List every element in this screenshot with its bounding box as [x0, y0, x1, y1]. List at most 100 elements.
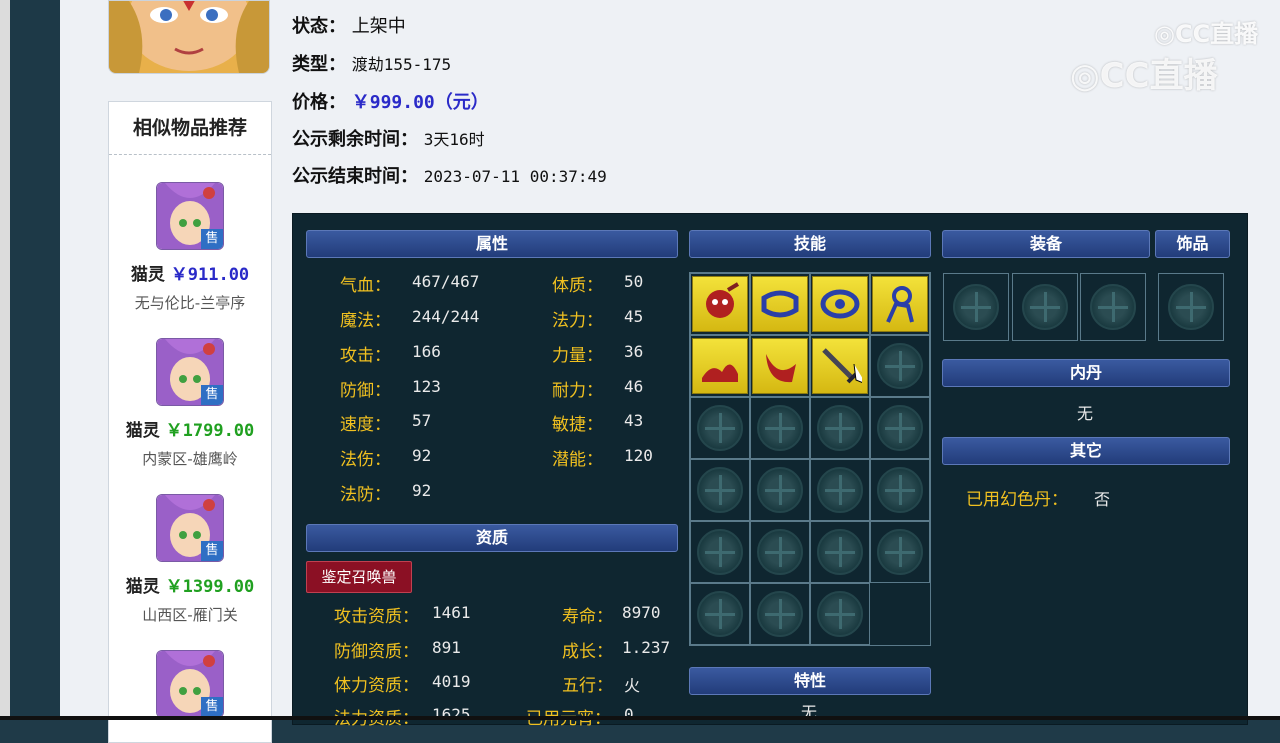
eye-skill-icon[interactable] [812, 276, 868, 332]
sale-badge: 售 [201, 385, 223, 405]
beast-skill-icon[interactable] [692, 338, 748, 394]
growth-value: 1.237 [622, 638, 671, 657]
agility-value: 43 [624, 411, 644, 430]
attributes-header: 属性 [306, 230, 678, 258]
similar-item-server: 山西区-雁门关 [142, 606, 238, 624]
attack-aptitude-value: 1461 [432, 603, 471, 622]
page-left-gutter [10, 0, 60, 720]
skill-slot-empty [810, 459, 870, 521]
speed-value: 57 [412, 411, 432, 430]
magic-power-value: 45 [624, 307, 644, 326]
status-row: 状态： 上架中 [292, 12, 406, 38]
empty-slot-icon [817, 529, 863, 575]
defense-aptitude-label: 防御资质： [334, 642, 419, 662]
speed-label: 速度： [340, 415, 391, 435]
skill-slot[interactable] [750, 335, 810, 397]
sidebar-title: 相似物品推荐 [109, 102, 271, 155]
skill-slot-empty [750, 583, 810, 645]
pet-avatar [108, 0, 270, 74]
price-row: 价格： ￥999.00（元） [292, 88, 489, 114]
price-label: 价格： [292, 92, 346, 113]
lantern-used-value: 0 [624, 705, 634, 724]
sword-skill-icon[interactable] [812, 338, 868, 394]
skill-slot-empty [870, 335, 930, 397]
similar-item-name: 猫灵 [125, 577, 160, 597]
skill-slot-empty [690, 521, 750, 583]
sale-badge: 售 [201, 229, 223, 249]
lifespan-label: 寿命： [562, 607, 613, 627]
sale-badge: 售 [201, 697, 223, 717]
type-row: 类型： 渡劫155-175 [292, 50, 451, 76]
similar-item-name: 猫灵 [130, 265, 165, 285]
similar-item-thumbnail[interactable]: 售 [156, 650, 224, 718]
skill-slot[interactable] [690, 335, 750, 397]
empty-slot-icon [817, 591, 863, 637]
skill-slot[interactable] [750, 273, 810, 335]
growth-label: 成长： [562, 642, 613, 662]
similar-item-thumbnail[interactable]: 售 [156, 338, 224, 406]
skill-slot[interactable] [810, 335, 870, 397]
skill-slot-empty [690, 583, 750, 645]
constitution-label: 体质： [552, 276, 603, 296]
attack-value: 166 [412, 342, 441, 361]
skill-slot-empty [810, 397, 870, 459]
status-value: 上架中 [351, 16, 406, 37]
dye-used-label: 已用幻色丹： [966, 490, 1068, 510]
empty-slot-icon [1022, 284, 1068, 330]
skill-slot-empty [750, 459, 810, 521]
mana-aptitude-value: 1625 [432, 705, 471, 724]
defense-label: 防御： [340, 381, 391, 401]
empty-slot-icon [877, 529, 923, 575]
hp-value: 467/467 [412, 272, 480, 291]
empty-slot-icon [1090, 284, 1136, 330]
magic-power-label: 法力： [552, 311, 603, 331]
defense-aptitude-value: 891 [432, 638, 461, 657]
potential-value: 120 [624, 446, 653, 465]
cc-logo-icon: ◎ [1154, 20, 1175, 48]
empty-slot-icon [877, 467, 923, 513]
accessory-slot[interactable] [1158, 273, 1224, 341]
empty-slot-icon [1168, 284, 1214, 330]
empty-slot-icon [697, 467, 743, 513]
appraise-pet-button[interactable]: 鉴定召唤兽 [306, 561, 412, 593]
empty-slot-icon [697, 405, 743, 451]
empty-slot-icon [697, 529, 743, 575]
skill-slot-empty [810, 583, 870, 645]
dye-used-value: 否 [1094, 490, 1111, 509]
strength-value: 36 [624, 342, 644, 361]
potential-label: 潜能： [552, 450, 603, 470]
empty-slot-icon [757, 591, 803, 637]
magic-defense-value: 92 [412, 481, 432, 500]
ribbon-skill-icon[interactable] [752, 276, 808, 332]
element-value: 火 [624, 676, 641, 695]
equipment-slot[interactable] [1080, 273, 1146, 341]
empty-slot-icon [757, 467, 803, 513]
cc-logo-icon: ◎ [1070, 56, 1100, 96]
end-time-label: 公示结束时间： [292, 166, 418, 187]
skill-slot[interactable] [690, 273, 750, 335]
similar-item-server: 无与伦比-兰亭序 [134, 294, 246, 312]
endurance-label: 耐力： [552, 381, 603, 401]
window-bottom-edge [0, 716, 1280, 720]
mp-label: 魔法： [340, 311, 391, 331]
hp-label: 气血： [340, 276, 391, 296]
window-left-edge [0, 0, 10, 720]
skull-skill-icon[interactable] [692, 276, 748, 332]
skill-slot-empty [870, 521, 930, 583]
similar-item-thumbnail[interactable]: 售 [156, 494, 224, 562]
skill-slot[interactable] [870, 273, 930, 335]
skill-slot[interactable] [810, 273, 870, 335]
equipment-slot[interactable] [943, 273, 1009, 341]
similar-items-sidebar: 相似物品推荐 售 猫灵 ￥911.00 无与伦比-兰亭序 售 猫灵 ￥1799.… [108, 101, 272, 743]
similar-item-thumbnail[interactable]: 售 [156, 182, 224, 250]
inner-dan-header: 内丹 [942, 359, 1230, 387]
figure-skill-icon[interactable] [872, 276, 928, 332]
equipment-header: 装备 [942, 230, 1150, 258]
claw-skill-icon[interactable] [752, 338, 808, 394]
skill-slot-empty [870, 459, 930, 521]
defense-value: 123 [412, 377, 441, 396]
agility-label: 敏捷： [552, 415, 603, 435]
traits-header: 特性 [689, 667, 931, 695]
equipment-slot[interactable] [1012, 273, 1078, 341]
skill-slot-empty [690, 459, 750, 521]
